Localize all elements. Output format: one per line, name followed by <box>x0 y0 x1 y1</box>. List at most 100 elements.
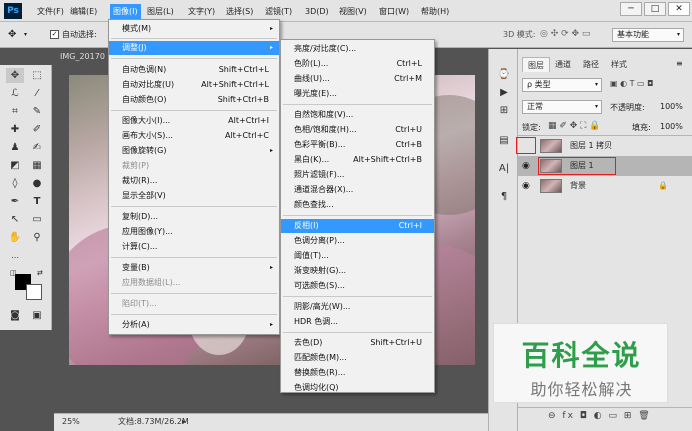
menu-layer[interactable]: 图层(L) <box>144 4 177 19</box>
clone-stamp-icon[interactable]: ♟ <box>6 140 24 155</box>
character-panel-icon[interactable]: A| <box>496 162 512 176</box>
menu-item-adjustments[interactable]: 调整(J) ▸ <box>109 41 279 55</box>
menu-item-color-lookup[interactable]: 颜色查找... <box>281 198 434 212</box>
move-tool-icon[interactable]: ✥ <box>8 29 16 40</box>
history-panel-icon[interactable]: ⌚ <box>496 68 512 82</box>
screen-mode-icon[interactable]: ▣ <box>28 308 46 323</box>
zoom-level[interactable]: 25% <box>62 414 80 430</box>
gradient-tool-icon[interactable]: ▦ <box>28 158 46 173</box>
magic-wand-icon[interactable]: ⁄ <box>28 86 46 101</box>
properties-panel-icon[interactable]: ⊞ <box>496 104 512 118</box>
3d-tools-icon[interactable]: ◎ ✣ ⟳ ✥ ▭ <box>540 29 590 39</box>
menu-item-auto-tone[interactable]: 自动色调(N) Shift+Ctrl+L <box>109 63 279 77</box>
menu-item-gradient-map[interactable]: 渐变映射(G)... <box>281 264 434 278</box>
layer-name[interactable]: 背景 <box>570 176 586 196</box>
healing-brush-icon[interactable]: ✚ <box>6 122 24 137</box>
menu-item-trap[interactable]: 陷印(T)... <box>109 297 279 311</box>
menu-item-apply-data-set[interactable]: 应用数据组(L)... <box>109 276 279 290</box>
tab-layers[interactable]: 图层 <box>522 57 550 72</box>
move-tool-icon[interactable]: ✥ <box>6 68 24 83</box>
opacity-value[interactable]: 100% <box>660 102 683 111</box>
menu-item-selective-color[interactable]: 可选颜色(S)... <box>281 279 434 293</box>
workspace-select[interactable]: 基本功能 ▾ <box>612 28 684 42</box>
more-tools-icon[interactable]: ⋯ <box>6 250 24 265</box>
fill-value[interactable]: 100% <box>660 122 683 131</box>
menu-item-equalize[interactable]: 色调均化(Q) <box>281 381 434 395</box>
menu-item-desaturate[interactable]: 去色(D) Shift+Ctrl+U <box>281 336 434 350</box>
history-brush-icon[interactable]: ✍ <box>28 140 46 155</box>
menu-item-shadows-highlights[interactable]: 阴影/高光(W)... <box>281 300 434 314</box>
close-button[interactable]: ✕ <box>668 2 690 16</box>
menu-help[interactable]: 帮助(H) <box>418 4 452 19</box>
menu-item-hdr-toning[interactable]: HDR 色调... <box>281 315 434 329</box>
menu-item-mode[interactable]: 模式(M) ▸ <box>109 22 279 36</box>
tab-styles[interactable]: 样式 <box>606 57 632 72</box>
menu-image[interactable]: 图像(I) <box>110 4 141 19</box>
menu-item-analysis[interactable]: 分析(A) ▸ <box>109 318 279 332</box>
menu-item-duplicate[interactable]: 复制(D)... <box>109 210 279 224</box>
menu-item-image-rotation[interactable]: 图像旋转(G) ▸ <box>109 144 279 158</box>
eye-icon[interactable]: ◉ <box>522 156 530 176</box>
menu-item-curves[interactable]: 曲线(U)... Ctrl+M <box>281 72 434 86</box>
menu-item-exposure[interactable]: 曝光度(E)... <box>281 87 434 101</box>
layer-name[interactable]: 图层 1 拷贝 <box>570 136 612 156</box>
menu-item-apply-image[interactable]: 应用图像(Y)... <box>109 225 279 239</box>
brush-tool-icon[interactable]: ✐ <box>28 122 46 137</box>
menu-item-auto-contrast[interactable]: 自动对比度(U) Alt+Shift+Ctrl+L <box>109 78 279 92</box>
paragraph-panel-icon[interactable]: ▤ <box>496 134 512 148</box>
menu-type[interactable]: 文字(Y) <box>185 4 218 19</box>
eyedropper-icon[interactable]: ✎ <box>28 104 46 119</box>
layer-name[interactable]: 图层 1 <box>570 156 594 176</box>
tab-channels[interactable]: 通道 <box>550 57 576 72</box>
default-colors-icon[interactable]: ◫ <box>10 269 17 277</box>
type-tool-icon[interactable]: T <box>28 194 46 209</box>
status-arrow-icon[interactable]: ▸ <box>182 414 186 430</box>
path-select-icon[interactable]: ↖ <box>6 212 24 227</box>
menu-edit[interactable]: 编辑(E) <box>67 4 100 19</box>
menu-item-canvas-size[interactable]: 画布大小(S)... Alt+Ctrl+C <box>109 129 279 143</box>
eraser-icon[interactable]: ◩ <box>6 158 24 173</box>
visibility-toggle[interactable] <box>516 137 536 154</box>
maximize-button[interactable]: □ <box>644 2 666 16</box>
menu-item-reveal-all[interactable]: 显示全部(V) <box>109 189 279 203</box>
menu-item-match-color[interactable]: 匹配颜色(M)... <box>281 351 434 365</box>
menu-item-color-balance[interactable]: 色彩平衡(B)... Ctrl+B <box>281 138 434 152</box>
quick-mask-icon[interactable]: ◙ <box>6 308 24 323</box>
chevron-down-icon[interactable]: ▾ <box>24 31 27 38</box>
menu-filter[interactable]: 滤镜(T) <box>262 4 295 19</box>
auto-select-checkbox[interactable]: ✓ <box>50 30 59 39</box>
menu-item-crop[interactable]: 裁剪(P) <box>109 159 279 173</box>
pen-tool-icon[interactable]: ✒ <box>6 194 24 209</box>
blur-tool-icon[interactable]: ◊ <box>6 176 24 191</box>
menu-3d[interactable]: 3D(D) <box>302 4 332 19</box>
menu-item-brightness-contrast[interactable]: 亮度/对比度(C)... <box>281 42 434 56</box>
zoom-tool-icon[interactable]: ⚲ <box>28 230 46 245</box>
hand-tool-icon[interactable]: ✋ <box>6 230 24 245</box>
menu-select[interactable]: 选择(S) <box>223 4 256 19</box>
layer-row[interactable]: ◉ 背景 🔒 <box>518 176 692 196</box>
document-tab[interactable]: IMG_20170 <box>54 49 114 64</box>
menu-item-image-size[interactable]: 图像大小(I)... Alt+Ctrl+I <box>109 114 279 128</box>
play-action-icon[interactable]: ▶ <box>496 86 512 100</box>
menu-item-trim[interactable]: 裁切(R)... <box>109 174 279 188</box>
minimize-button[interactable]: ─ <box>620 2 642 16</box>
paragraph-mark-icon[interactable]: ¶ <box>496 190 512 204</box>
menu-item-channel-mixer[interactable]: 通道混合器(X)... <box>281 183 434 197</box>
menu-item-variables[interactable]: 变量(B) ▸ <box>109 261 279 275</box>
menu-item-posterize[interactable]: 色调分离(P)... <box>281 234 434 248</box>
menu-item-calculations[interactable]: 计算(C)... <box>109 240 279 254</box>
crop-tool-icon[interactable]: ⌗ <box>6 104 24 119</box>
menu-item-levels[interactable]: 色阶(L)... Ctrl+L <box>281 57 434 71</box>
menu-window[interactable]: 窗口(W) <box>376 4 412 19</box>
menu-item-replace-color[interactable]: 替换颜色(R)... <box>281 366 434 380</box>
layers-footer-icons[interactable]: ⊖ fx ◘ ◐ ▭ ⊞ 🗑 <box>548 411 652 421</box>
tab-paths[interactable]: 路径 <box>578 57 604 72</box>
menu-item-auto-color[interactable]: 自动颜色(O) Shift+Ctrl+B <box>109 93 279 107</box>
blend-mode-select[interactable]: 正常 ▾ <box>522 100 602 114</box>
dodge-tool-icon[interactable]: ● <box>28 176 46 191</box>
menu-item-vibrance[interactable]: 自然饱和度(V)... <box>281 108 434 122</box>
shape-tool-icon[interactable]: ▭ <box>28 212 46 227</box>
menu-item-threshold[interactable]: 阈值(T)... <box>281 249 434 263</box>
lock-icons[interactable]: ▦ ✐ ✥ ⛶ 🔒 <box>548 121 601 131</box>
menu-item-invert[interactable]: 反相(I) Ctrl+I <box>281 219 434 233</box>
